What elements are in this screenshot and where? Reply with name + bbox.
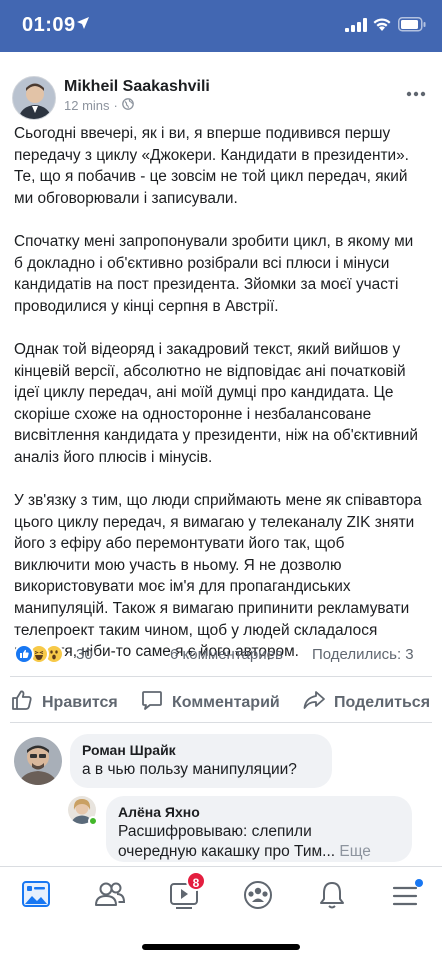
post-more-options-icon[interactable] xyxy=(404,84,428,104)
post-paragraph: Сьогодні ввечері, як і ви, я вперше поди… xyxy=(14,123,434,209)
post-line: висвітлення кандидата у президенти, ніж … xyxy=(14,427,418,445)
post-line: аналіз його плюсів і мінусів. xyxy=(14,448,213,466)
share-label: Поделиться xyxy=(334,693,431,711)
post-line: ідеї циклу передач, ані моїй думці про к… xyxy=(14,384,394,402)
comment-bubble[interactable]: Алёна Яхно Расшифровываю: слепили очеред… xyxy=(106,796,412,862)
post-text: Сьогодні ввечері, як і ви, я вперше поди… xyxy=(14,123,434,684)
shares-count[interactable]: Поделились: 3 xyxy=(312,646,414,663)
tab-menu[interactable] xyxy=(386,877,426,913)
post-paragraph: Спочатку мені запропонували зробити цикл… xyxy=(14,231,434,317)
post-header: Mikheil Saakashvili 12 mins · xyxy=(0,66,442,126)
wifi-icon xyxy=(372,17,392,37)
like-label: Нравится xyxy=(42,693,118,711)
post-line: Однак той відеоряд і закадровий текст, я… xyxy=(14,340,401,358)
post-line: ми обговорювали і записували. xyxy=(14,189,238,207)
post-paragraph: Однак той відеоряд і закадровий текст, я… xyxy=(14,339,434,469)
post-line: Те, що я побачив - це зовсім не той цикл… xyxy=(14,168,408,186)
comment-label: Комментарий xyxy=(172,693,280,711)
post-line: цього циклу передач, я вимагаю у телекан… xyxy=(14,513,415,531)
watch-icon xyxy=(164,883,204,917)
post-line: б докладно і об'єктивно розібрали всі пл… xyxy=(14,254,390,272)
post-line: передачу з циклу «Джокери. Кандидати в п… xyxy=(14,146,409,164)
tab-news-feed[interactable] xyxy=(16,877,56,913)
globe-icon xyxy=(122,98,134,113)
online-status-indicator xyxy=(88,816,98,826)
see-more-link[interactable]: Еще xyxy=(339,843,371,860)
meta-separator: · xyxy=(113,98,118,113)
status-bar: 01:09 xyxy=(0,0,442,52)
divider xyxy=(10,676,432,677)
reactions-summary[interactable]: 30 6 комментариев Поделились: 3 xyxy=(0,640,442,670)
author-avatar[interactable] xyxy=(12,76,56,120)
location-arrow-icon xyxy=(76,16,90,35)
comment-bubble[interactable]: Роман Шрайк а в чью пользу манипуляции? xyxy=(70,734,332,788)
battery-icon xyxy=(398,17,426,37)
post-meta: 12 mins · xyxy=(64,98,134,113)
comment-text: Расшифровываю: слепили очередную какашку… xyxy=(118,822,400,862)
post-line: кінцевій версії, абсолютно не відповідає… xyxy=(14,362,406,380)
like-icon xyxy=(10,688,34,717)
post-time[interactable]: 12 mins xyxy=(64,98,110,113)
commenter-name[interactable]: Роман Шрайк xyxy=(82,742,320,758)
post-line: манипуляцій. Також я вимагаю припинити р… xyxy=(14,600,410,618)
post-line: Спочатку мені запропонували зробити цикл… xyxy=(14,232,414,250)
status-time: 01:09 xyxy=(22,14,76,36)
friends-icon xyxy=(90,882,130,917)
comment-icon xyxy=(140,688,164,717)
post-line: Сьогодні ввечері, як і ви, я вперше поди… xyxy=(14,125,391,142)
like-button[interactable]: Нравится xyxy=(10,688,118,717)
post-line: У зв'язку з тим, що люди сприймають мене… xyxy=(14,492,422,510)
post-paragraph: У зв'язку з тим, що люди сприймають мене… xyxy=(14,490,434,663)
post-line: використовувати моє ім'я для пропагандис… xyxy=(14,578,351,596)
news-feed-icon xyxy=(16,881,56,917)
home-indicator[interactable] xyxy=(142,944,300,950)
watch-notification-badge: 8 xyxy=(186,871,206,891)
notifications-icon xyxy=(312,882,352,917)
like-reaction-icon xyxy=(14,644,34,664)
post-line: кандидатів на пост президента. Зйомки за… xyxy=(14,276,399,294)
post-line: скоріше схоже на односторонне і незбалан… xyxy=(14,405,372,423)
tab-groups[interactable] xyxy=(238,877,278,913)
share-icon xyxy=(302,688,326,717)
comment-button[interactable]: Комментарий xyxy=(140,688,280,717)
tab-notifications[interactable] xyxy=(312,877,352,913)
post-actions: Нравится Комментарий Поделиться xyxy=(0,682,442,722)
cellular-signal-icon xyxy=(345,18,367,37)
post-line: його з ефіру або перемонтувати його так,… xyxy=(14,535,345,553)
reaction-icons xyxy=(14,644,64,664)
tab-friends[interactable] xyxy=(90,877,130,913)
post-line: виключити мою участь в ньому. Я не дозво… xyxy=(14,556,342,574)
post-line: проводилися у кінці серпня в Австрії. xyxy=(14,297,279,315)
menu-icon xyxy=(386,879,426,917)
commenter-name[interactable]: Алёна Яхно xyxy=(118,804,400,820)
reaction-count[interactable]: 30 xyxy=(76,646,93,663)
groups-icon xyxy=(238,881,278,917)
comment-text-line: Расшифровываю: слепили xyxy=(118,823,312,840)
post-line: телепроект таким чином, щоб у людей скла… xyxy=(14,621,378,639)
commenter-avatar[interactable] xyxy=(14,737,62,785)
share-button[interactable]: Поделиться xyxy=(302,688,430,717)
post-author-name[interactable]: Mikheil Saakashvili xyxy=(64,78,210,96)
comment-text-line: очередную какашку про Тим... xyxy=(118,843,336,860)
comment-text: а в чью пользу манипуляции? xyxy=(82,761,297,778)
comments-count[interactable]: 6 комментариев xyxy=(170,646,283,663)
divider xyxy=(10,722,432,723)
tab-watch[interactable]: 8 xyxy=(164,871,206,913)
